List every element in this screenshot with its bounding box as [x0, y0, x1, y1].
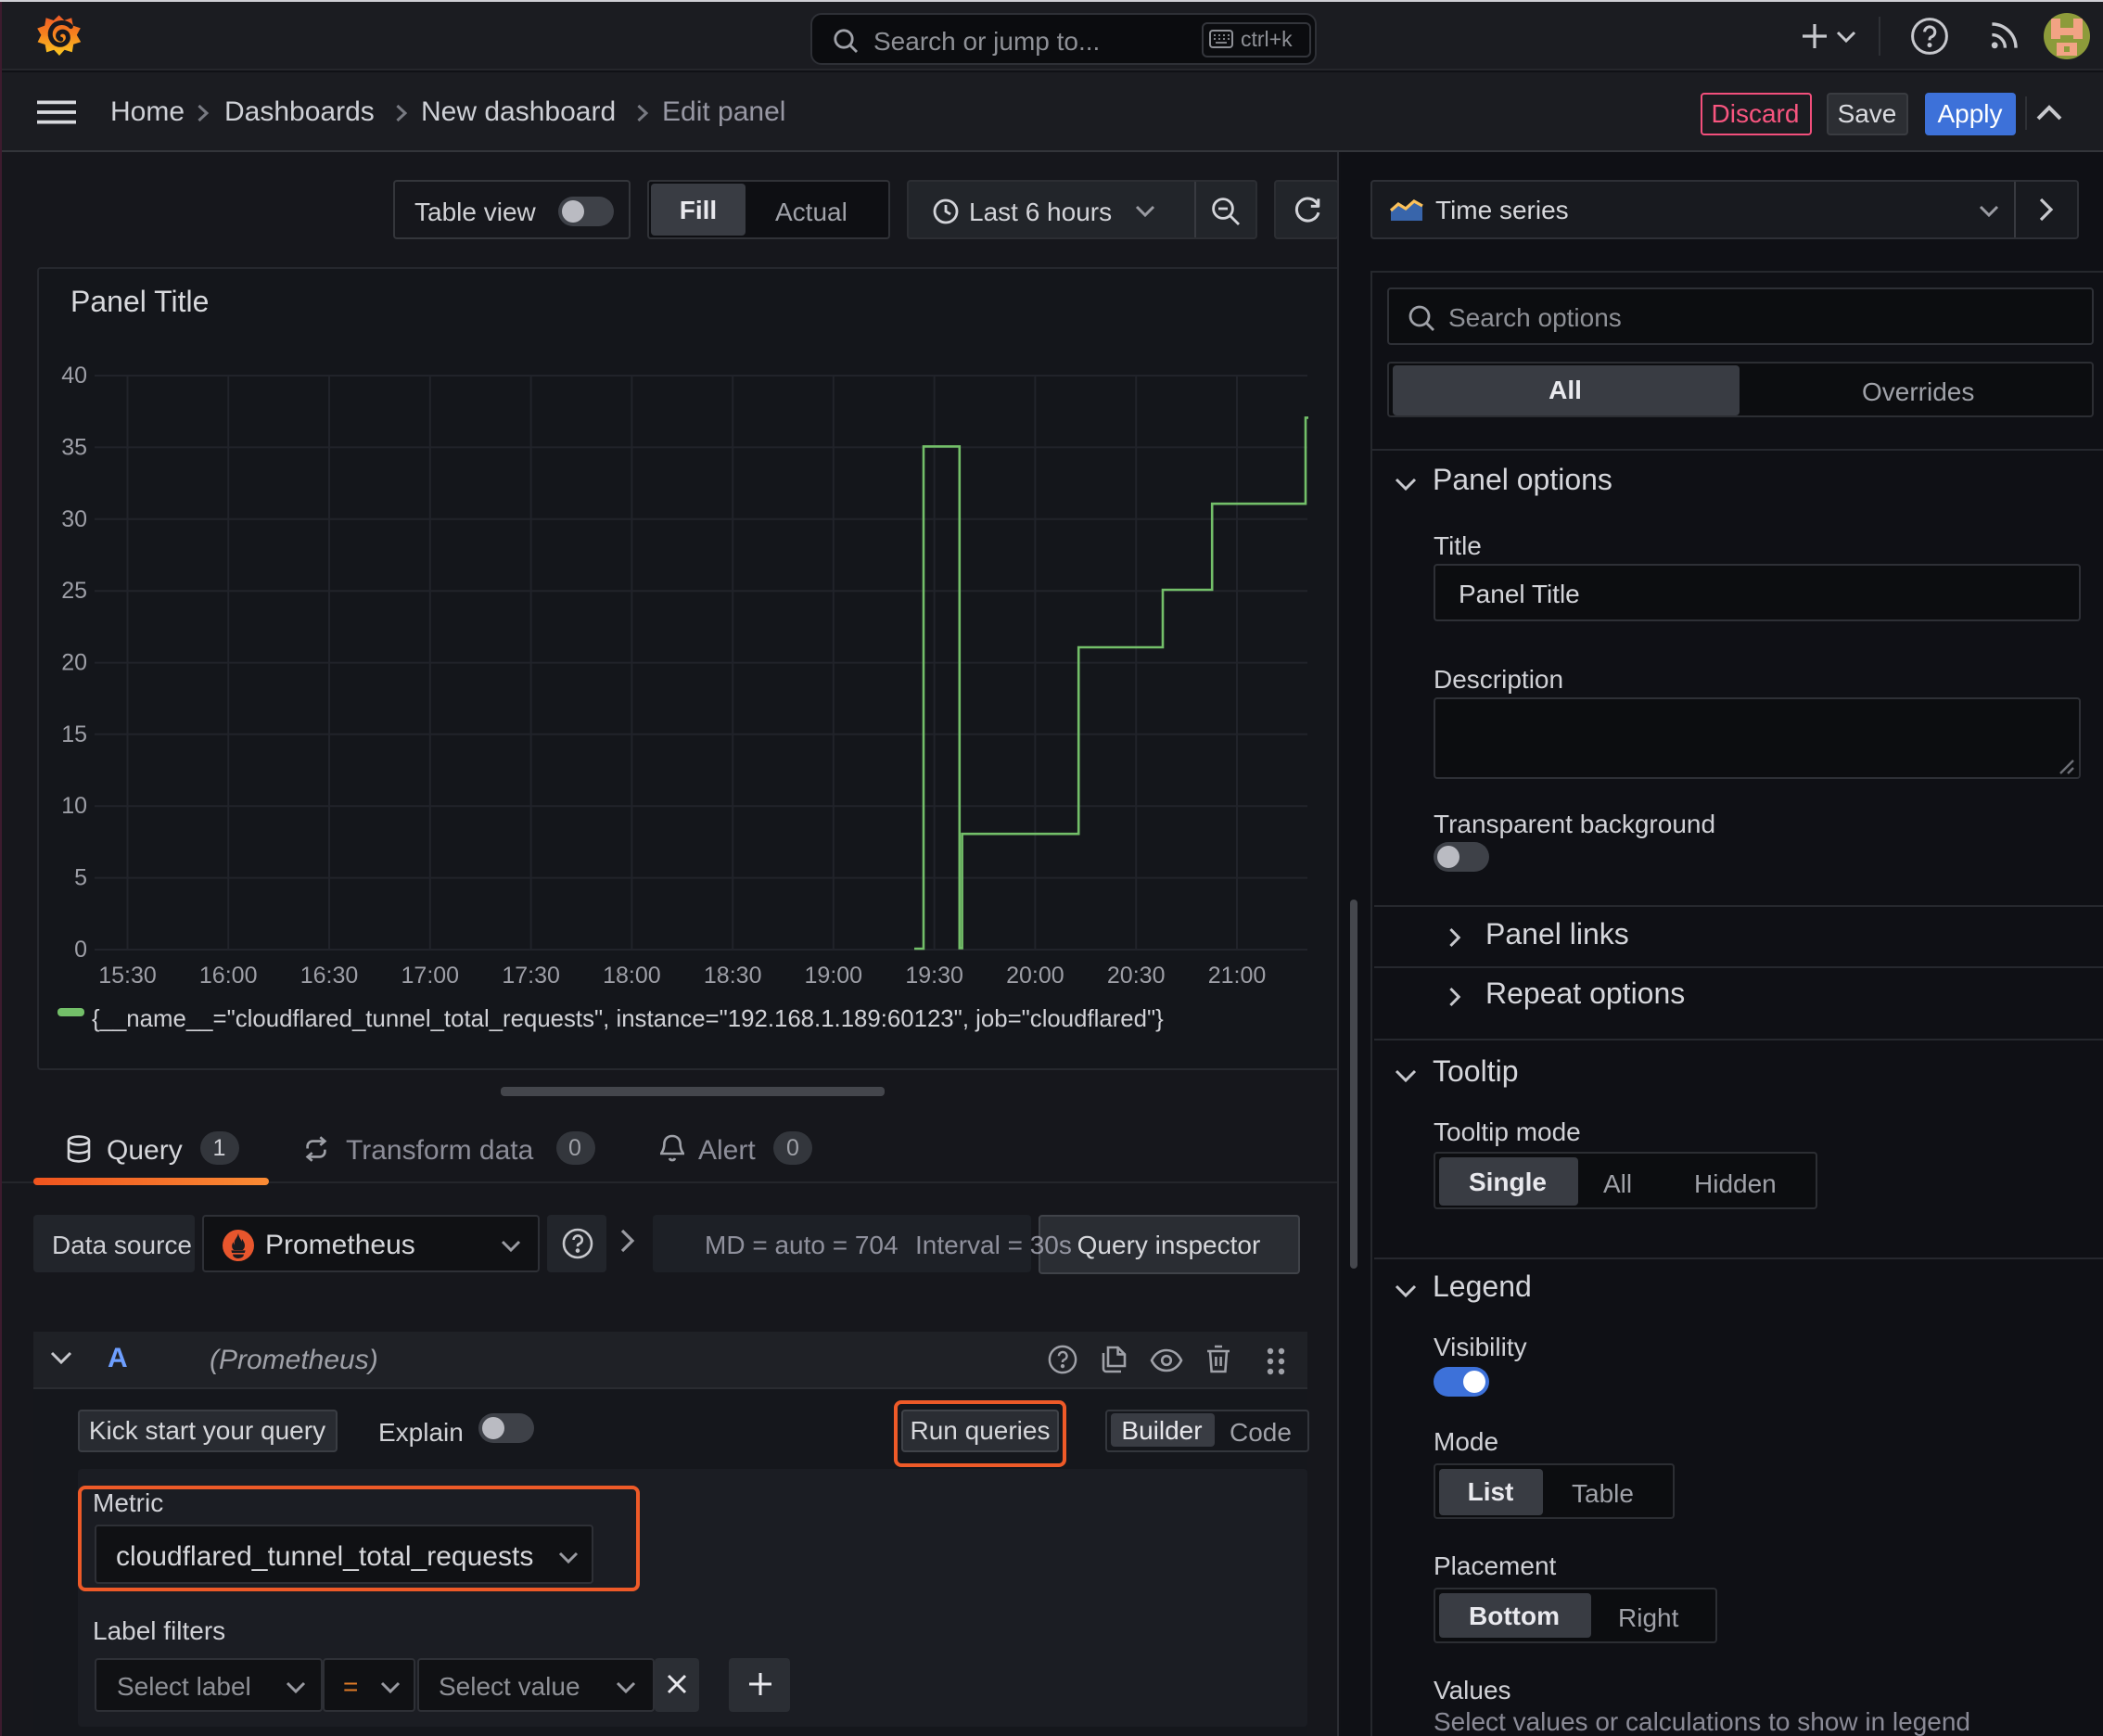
- svg-text:18:00: 18:00: [603, 962, 661, 988]
- svg-text:19:00: 19:00: [805, 962, 863, 988]
- svg-text:{__name__="cloudflared_tunnel_: {__name__="cloudflared_tunnel_total_requ…: [92, 1005, 1164, 1031]
- svg-text:5: 5: [74, 864, 87, 890]
- svg-text:10: 10: [61, 792, 87, 818]
- svg-text:25: 25: [61, 577, 87, 603]
- svg-text:40: 40: [61, 362, 87, 388]
- svg-text:18:30: 18:30: [704, 962, 762, 988]
- svg-text:19:30: 19:30: [905, 962, 963, 988]
- svg-text:0: 0: [74, 936, 87, 962]
- svg-text:16:30: 16:30: [300, 962, 359, 988]
- svg-text:16:00: 16:00: [199, 962, 258, 988]
- svg-text:15: 15: [61, 721, 87, 747]
- svg-text:20: 20: [61, 649, 87, 675]
- svg-text:20:00: 20:00: [1006, 962, 1064, 988]
- svg-text:15:30: 15:30: [98, 962, 157, 988]
- svg-text:20:30: 20:30: [1107, 962, 1166, 988]
- svg-text:21:00: 21:00: [1208, 962, 1267, 988]
- svg-text:30: 30: [61, 505, 87, 531]
- svg-text:17:30: 17:30: [502, 962, 560, 988]
- svg-text:17:00: 17:00: [401, 962, 460, 988]
- svg-text:35: 35: [61, 433, 87, 459]
